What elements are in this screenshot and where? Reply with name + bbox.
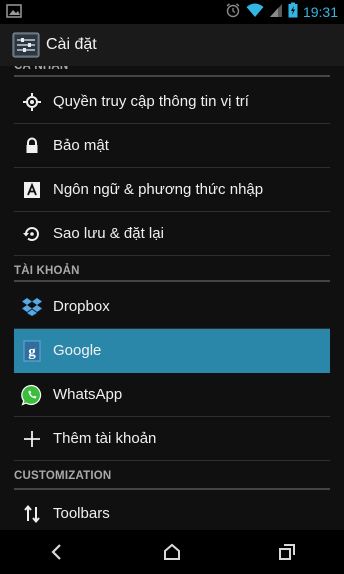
- list-item-label: Quyền truy cập thông tin vị trí: [53, 93, 249, 110]
- settings-list[interactable]: CÁ NHÂN Quyền truy cập thông tin vị trí …: [0, 66, 344, 530]
- add-account-item[interactable]: Thêm tài khoản: [14, 417, 330, 461]
- svg-text:g: g: [28, 344, 36, 360]
- list-item-label: Google: [53, 342, 102, 359]
- action-bar: Cài đặt: [0, 24, 344, 68]
- location-icon: [21, 91, 43, 113]
- google-g-icon: g: [21, 340, 43, 362]
- dropbox-icon: [21, 296, 43, 318]
- recent-apps-icon[interactable]: [257, 530, 317, 574]
- location-access-item[interactable]: Quyền truy cập thông tin vị trí: [14, 80, 330, 124]
- page-title: Cài đặt: [46, 36, 97, 53]
- list-item-label: Thêm tài khoản: [53, 430, 157, 447]
- wifi-icon: [246, 2, 264, 23]
- clock: 19:31: [302, 4, 338, 20]
- backup-restore-icon: [21, 223, 43, 245]
- list-item-label: Bảo mật: [53, 137, 109, 154]
- dropbox-account-item[interactable]: Dropbox: [14, 285, 330, 329]
- section-header-accounts: TÀI KHOẢN: [14, 260, 330, 282]
- list-item-label: Ngôn ngữ & phương thức nhập: [53, 181, 264, 198]
- keyboard-a-icon: [21, 179, 43, 201]
- alarm-icon: [225, 2, 241, 23]
- lock-icon: [21, 135, 43, 157]
- security-item[interactable]: Bảo mật: [14, 124, 330, 168]
- toolbars-item[interactable]: Toolbars: [14, 492, 330, 530]
- google-account-item[interactable]: g Google: [14, 329, 330, 373]
- signal-icon: [269, 2, 283, 23]
- list-item-label: Sao lưu & đặt lại: [53, 225, 164, 242]
- status-bar: 19:31: [0, 0, 344, 24]
- toolbars-icon: [21, 503, 43, 525]
- list-item-label: WhatsApp: [53, 386, 123, 403]
- add-icon: [21, 428, 43, 450]
- whatsapp-icon: [21, 384, 43, 406]
- backup-reset-item[interactable]: Sao lưu & đặt lại: [14, 212, 330, 256]
- section-header-personal: CÁ NHÂN: [14, 66, 330, 77]
- language-input-item[interactable]: Ngôn ngữ & phương thức nhập: [14, 168, 330, 212]
- section-header-customization: CUSTOMIZATION: [14, 465, 330, 490]
- navigation-bar: [0, 530, 344, 574]
- image-notification-icon: [6, 3, 22, 24]
- whatsapp-account-item[interactable]: WhatsApp: [14, 373, 330, 417]
- back-icon[interactable]: [27, 530, 87, 574]
- list-item-label: Dropbox: [53, 298, 110, 315]
- list-item-label: Toolbars: [53, 505, 110, 522]
- settings-app-icon[interactable]: [12, 31, 40, 59]
- home-icon[interactable]: [142, 530, 202, 574]
- battery-charging-icon: [288, 2, 298, 23]
